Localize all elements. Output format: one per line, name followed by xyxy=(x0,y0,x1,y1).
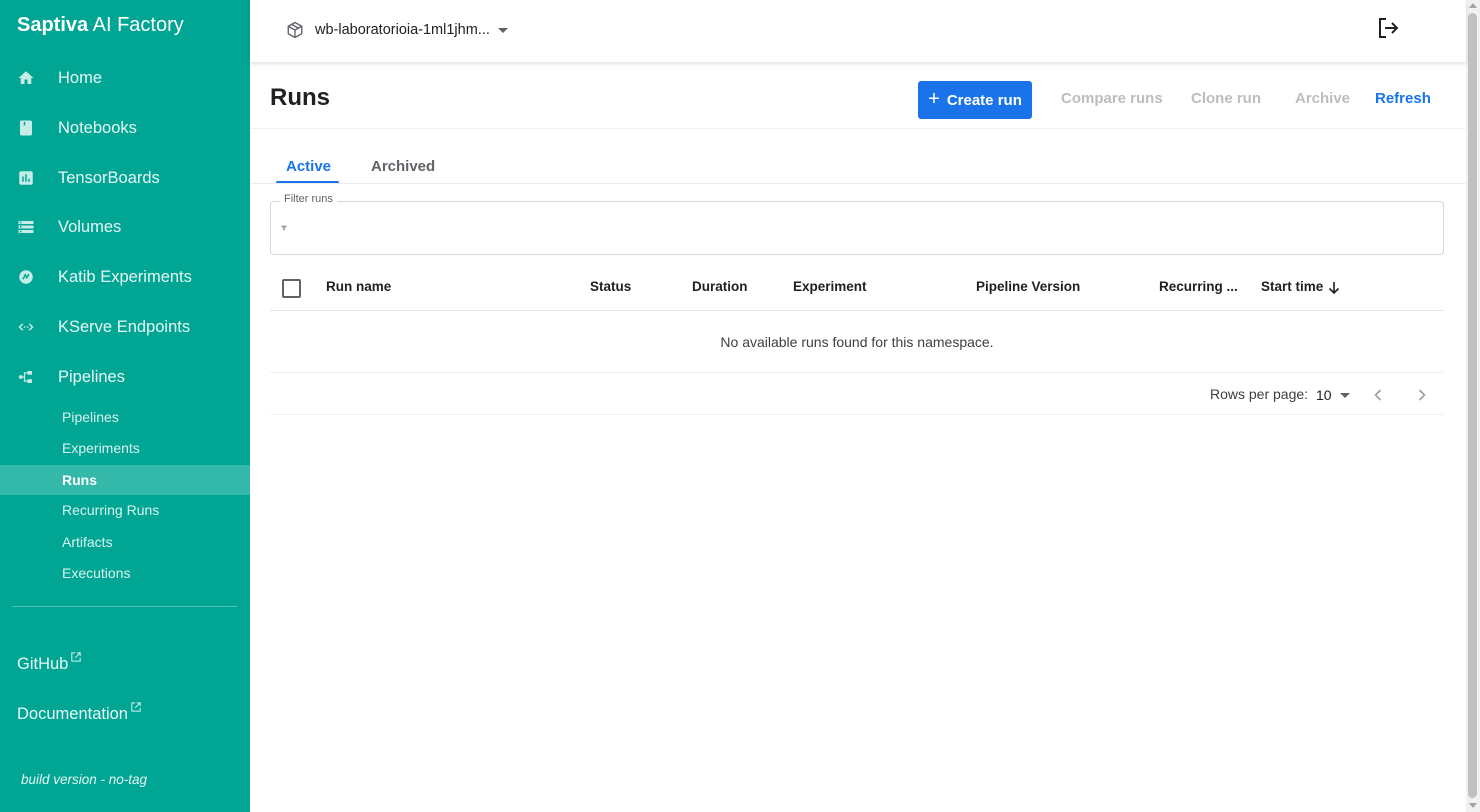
previous-page-button[interactable] xyxy=(1368,385,1388,405)
external-link-icon xyxy=(131,702,141,712)
sidebar-item-pipelines[interactable]: Pipelines xyxy=(0,357,250,397)
refresh-button[interactable]: Refresh xyxy=(1375,90,1431,107)
sidebar-divider xyxy=(12,606,237,607)
scrollbar-thumb[interactable] xyxy=(1468,13,1477,798)
column-header-recurring[interactable]: Recurring ... xyxy=(1159,279,1238,294)
sidebar-item-label: Pipelines xyxy=(58,367,125,386)
create-run-label: Create run xyxy=(946,91,1022,109)
sidebar-item-label: Notebooks xyxy=(58,118,137,137)
pagination-divider xyxy=(270,414,1444,415)
sidebar-link-documentation[interactable]: Documentation xyxy=(17,702,141,724)
sidebar-subitem-executions[interactable]: Executions xyxy=(0,558,250,588)
create-run-button[interactable]: + Create run xyxy=(918,81,1032,119)
brand-name-rest: AI Factory xyxy=(88,14,184,36)
column-header-run-name[interactable]: Run name xyxy=(326,279,391,294)
chevron-down-icon xyxy=(497,27,508,33)
volumes-icon xyxy=(17,218,35,236)
sidebar-link-label: GitHub xyxy=(17,655,69,673)
column-header-pipeline-version[interactable]: Pipeline Version xyxy=(976,279,1080,294)
tab-active[interactable]: Active xyxy=(286,158,331,175)
tabs-divider xyxy=(250,183,1466,184)
sidebar-subitem-label: Recurring Runs xyxy=(62,502,160,518)
namespace-selector[interactable]: wb-laboratorioia-1ml1jhm... xyxy=(286,18,508,42)
sidebar-item-notebooks[interactable]: Notebooks xyxy=(0,108,250,148)
sidebar-item-label: Volumes xyxy=(58,217,122,236)
rows-per-page-label: Rows per page: xyxy=(1210,386,1309,402)
empty-table-message: No available runs found for this namespa… xyxy=(720,334,994,350)
chevron-down-icon xyxy=(1339,392,1350,398)
top-bar: wb-laboratorioia-1ml1jhm... xyxy=(250,0,1466,62)
logout-icon[interactable] xyxy=(1376,16,1400,40)
column-header-status[interactable]: Status xyxy=(590,279,631,294)
namespace-value: wb-laboratorioia-1ml1jhm... xyxy=(315,22,490,38)
sidebar-item-katib-experiments[interactable]: Katib Experiments xyxy=(0,257,250,297)
notebook-icon xyxy=(17,119,35,137)
brand-name-bold: Saptiva xyxy=(17,14,89,36)
plus-icon: + xyxy=(928,88,940,110)
sidebar-subitem-label: Executions xyxy=(62,565,131,581)
sidebar-item-label: Katib Experiments xyxy=(58,267,192,286)
build-version: build version - no-tag xyxy=(21,772,148,787)
column-header-duration[interactable]: Duration xyxy=(692,279,748,294)
kserve-icon xyxy=(17,318,35,336)
table-body-divider xyxy=(270,372,1444,373)
sidebar-item-label: KServe Endpoints xyxy=(58,317,191,336)
sidebar-item-kserve-endpoints[interactable]: KServe Endpoints xyxy=(0,307,250,347)
header-divider xyxy=(250,128,1466,129)
sidebar-subitem-runs[interactable]: Runs xyxy=(0,465,250,495)
column-header-experiment[interactable]: Experiment xyxy=(793,279,867,294)
filter-runs-input[interactable] xyxy=(270,201,1444,255)
sidebar-subitem-pipelines[interactable]: Pipelines xyxy=(0,402,250,432)
sidebar-item-label: Home xyxy=(58,68,103,87)
sidebar-subitem-experiments[interactable]: Experiments xyxy=(0,433,250,463)
sidebar-subitem-artifacts[interactable]: Artifacts xyxy=(0,527,250,557)
archive-button[interactable]: Archive xyxy=(1295,90,1350,107)
sidebar-subitem-label: Pipelines xyxy=(62,409,119,425)
clone-run-button[interactable]: Clone run xyxy=(1191,90,1261,107)
filter-runs-label: Filter runs xyxy=(280,193,337,205)
brand-logo[interactable]: Saptiva AI Factory xyxy=(17,14,184,37)
select-all-checkbox[interactable] xyxy=(282,279,301,298)
filter-icon xyxy=(280,225,288,231)
sidebar-item-tensorboards[interactable]: TensorBoards xyxy=(0,158,250,198)
chevron-left-icon xyxy=(1374,389,1382,401)
sidebar-subitem-recurring-runs[interactable]: Recurring Runs xyxy=(0,495,250,525)
tab-archived[interactable]: Archived xyxy=(371,158,435,175)
pipelines-icon xyxy=(17,368,35,386)
sidebar-link-label: Documentation xyxy=(17,705,128,723)
column-header-start-time[interactable]: Start time xyxy=(1261,279,1323,294)
arrow-down-icon[interactable] xyxy=(1327,280,1341,296)
table-header-divider xyxy=(270,310,1444,311)
scroll-up-arrow[interactable] xyxy=(1469,3,1477,8)
sidebar: Saptiva AI Factory Home Notebooks Tensor… xyxy=(0,0,250,812)
tensorboard-icon xyxy=(17,169,35,187)
sidebar-item-home[interactable]: Home xyxy=(0,58,250,98)
sidebar-subitem-label: Runs xyxy=(62,472,97,488)
sidebar-item-label: TensorBoards xyxy=(58,168,160,187)
rows-per-page-value: 10 xyxy=(1316,387,1332,403)
scroll-down-arrow[interactable] xyxy=(1469,803,1477,808)
cube-icon xyxy=(287,21,303,39)
sidebar-link-github[interactable]: GitHub xyxy=(17,652,82,674)
sidebar-item-volumes[interactable]: Volumes xyxy=(0,207,250,247)
chevron-right-icon xyxy=(1418,389,1426,401)
katib-icon xyxy=(17,268,35,286)
external-link-icon xyxy=(71,652,82,662)
page-title: Runs xyxy=(270,84,330,111)
compare-runs-button[interactable]: Compare runs xyxy=(1061,90,1163,107)
sidebar-subitem-label: Experiments xyxy=(62,440,140,456)
home-icon xyxy=(17,69,35,87)
sidebar-subitem-label: Artifacts xyxy=(62,534,113,550)
next-page-button[interactable] xyxy=(1412,385,1432,405)
rows-per-page-select[interactable]: 10 xyxy=(1316,385,1350,405)
